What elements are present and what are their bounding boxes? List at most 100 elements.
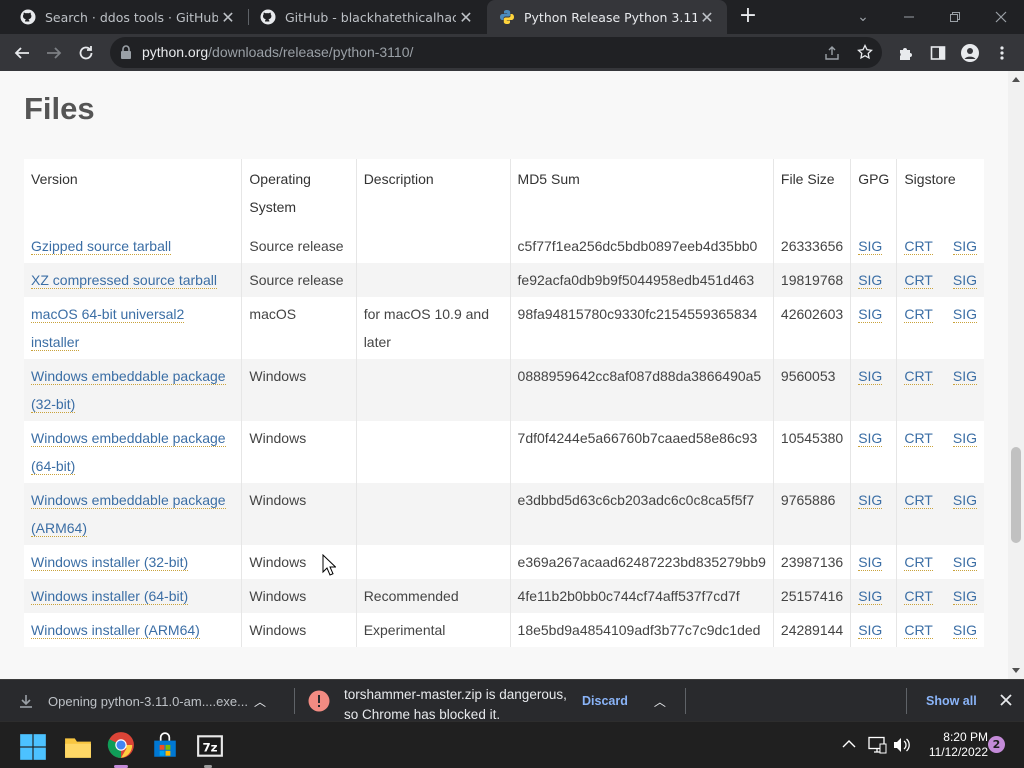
side-panel-button[interactable] (923, 38, 953, 68)
cell-md5: 98fa94815780c9330fc2154559365834 (510, 297, 774, 359)
tab-title: Python Release Python 3.11.0 | Py (524, 9, 697, 25)
tab-python-release[interactable]: Python Release Python 3.11.0 | Py ✕ (487, 0, 727, 34)
column-header-sigstore[interactable]: Sigstore (896, 159, 984, 229)
sigstore-crt-link[interactable]: CRT (904, 554, 933, 571)
version-link[interactable]: Windows installer (32-bit) (31, 554, 189, 571)
page-scrollbar[interactable] (1008, 71, 1024, 679)
show-all-button[interactable]: Show all (926, 680, 977, 722)
sigstore-crt-link[interactable]: CRT (904, 238, 933, 255)
gpg-sig-link[interactable]: SIG (858, 430, 883, 447)
table-row: Windows installer (ARM64) Windows Experime… (24, 613, 984, 647)
gpg-sig-link[interactable]: SIG (858, 368, 883, 385)
sigstore-sig-link[interactable]: SIG (952, 622, 977, 639)
sigstore-sig-link[interactable]: SIG (952, 238, 977, 255)
sigstore-sig-link[interactable]: SIG (952, 272, 977, 289)
tab-title: Search · ddos tools · GitHub (45, 9, 218, 25)
version-link[interactable]: Windows installer (ARM64) (31, 622, 200, 639)
discard-button[interactable]: Discard (582, 694, 628, 708)
tab-close-icon[interactable]: ✕ (218, 8, 238, 27)
cell-description: Recommended (356, 579, 511, 613)
page-content: Files Version Operating System Descripti… (0, 71, 1008, 679)
menu-button[interactable] (987, 38, 1017, 68)
file-explorer-icon[interactable] (64, 733, 92, 761)
version-link[interactable]: Gzipped source tarball (31, 238, 172, 255)
address-bar[interactable]: python.org/downloads/release/python-3110… (110, 37, 882, 68)
network-icon[interactable] (867, 736, 887, 754)
download-item-python[interactable]: Opening python-3.11.0-am....exe... ︿ (18, 680, 290, 722)
extensions-button[interactable] (891, 38, 921, 68)
page-title: Files (24, 91, 95, 126)
chevron-up-icon[interactable]: ︿ (254, 693, 266, 710)
gpg-sig-link[interactable]: SIG (858, 306, 883, 323)
sigstore-crt-link[interactable]: CRT (904, 588, 933, 605)
windows-start-icon[interactable] (19, 733, 47, 761)
scrollbar-thumb[interactable] (1011, 447, 1021, 543)
table-row: Windows installer (32-bit) Windows e369a26… (24, 545, 984, 579)
tab-github-repo[interactable]: GitHub - blackhatethicalhacking/ ✕ (248, 0, 486, 34)
reload-button[interactable] (71, 38, 101, 68)
sigstore-crt-link[interactable]: CRT (904, 272, 933, 289)
sigstore-sig-link[interactable]: SIG (952, 492, 977, 509)
sigstore-sig-link[interactable]: SIG (952, 588, 977, 605)
browser-toolbar: python.org/downloads/release/python-3110… (0, 34, 1024, 71)
back-button[interactable] (7, 38, 37, 68)
cell-sigstore: CRT SIG (896, 545, 984, 579)
cell-sigstore: CRT SIG (896, 483, 984, 545)
chevron-up-icon[interactable]: ︿ (654, 693, 666, 710)
microsoft-store-icon[interactable] (151, 732, 179, 760)
tab-search-icon[interactable]: ⌄ (840, 0, 886, 34)
sigstore-sig-link[interactable]: SIG (952, 306, 977, 323)
version-link[interactable]: Windows embeddable package (64-bit) (31, 430, 226, 475)
cell-os: Windows (241, 359, 357, 421)
sigstore-crt-link[interactable]: CRT (904, 368, 933, 385)
cell-version: macOS 64-bit universal2 installer (24, 297, 243, 359)
chevron-up-icon[interactable] (842, 739, 856, 749)
chrome-icon[interactable] (107, 731, 135, 759)
gpg-sig-link[interactable]: SIG (858, 554, 883, 571)
version-link[interactable]: XZ compressed source tarball (31, 272, 217, 289)
version-link[interactable]: Windows embeddable package (ARM64) (31, 492, 226, 537)
cell-file-size: 9560053 (773, 359, 852, 421)
notification-badge[interactable]: 2 (988, 736, 1005, 753)
7zip-icon[interactable]: 7z (196, 732, 224, 760)
version-link[interactable]: macOS 64-bit universal2 installer (31, 306, 185, 351)
restore-icon[interactable] (932, 0, 978, 34)
close-window-icon[interactable] (978, 0, 1024, 34)
version-link[interactable]: Windows embeddable package (32-bit) (31, 368, 226, 413)
tab-close-icon[interactable]: ✕ (456, 8, 476, 27)
clock-date: 11/12/2022 (928, 745, 988, 759)
download-progress-icon (20, 695, 32, 708)
bookmark-star-icon[interactable] (857, 44, 873, 60)
gpg-sig-link[interactable]: SIG (858, 588, 883, 605)
forward-button[interactable] (39, 38, 69, 68)
close-shelf-icon[interactable] (1000, 694, 1012, 706)
sigstore-crt-link[interactable]: CRT (904, 492, 933, 509)
gpg-sig-link[interactable]: SIG (858, 272, 883, 289)
sigstore-sig-link[interactable]: SIG (952, 368, 977, 385)
scroll-up-icon[interactable] (1012, 77, 1020, 82)
cell-gpg: SIG (850, 579, 898, 613)
version-link[interactable]: Windows installer (64-bit) (31, 588, 189, 605)
share-icon[interactable] (824, 45, 840, 61)
gpg-sig-link[interactable]: SIG (858, 492, 883, 509)
sigstore-crt-link[interactable]: CRT (904, 622, 933, 639)
cell-description (356, 483, 511, 545)
scroll-down-icon[interactable] (1012, 668, 1020, 673)
sigstore-sig-link[interactable]: SIG (952, 554, 977, 571)
new-tab-icon[interactable]: + (736, 5, 760, 29)
tab-github-search[interactable]: Search · ddos tools · GitHub ✕ (0, 0, 248, 34)
gpg-sig-link[interactable]: SIG (858, 622, 883, 639)
system-clock[interactable]: 8:20 PM 11/12/2022 (918, 730, 988, 760)
profile-button[interactable] (955, 38, 985, 68)
cell-description: for macOS 10.9 and later (356, 297, 511, 359)
cell-md5: e369a267acaad62487223bd835279bb9 (510, 545, 774, 579)
cell-file-size: 24289144 (773, 613, 852, 647)
sigstore-crt-link[interactable]: CRT (904, 306, 933, 323)
gpg-sig-link[interactable]: SIG (858, 238, 883, 255)
volume-icon[interactable] (893, 737, 911, 753)
minimize-icon[interactable] (886, 0, 932, 34)
lock-icon[interactable] (120, 45, 132, 59)
sigstore-sig-link[interactable]: SIG (952, 430, 977, 447)
tab-close-icon[interactable]: ✕ (697, 8, 717, 27)
sigstore-crt-link[interactable]: CRT (904, 430, 933, 447)
